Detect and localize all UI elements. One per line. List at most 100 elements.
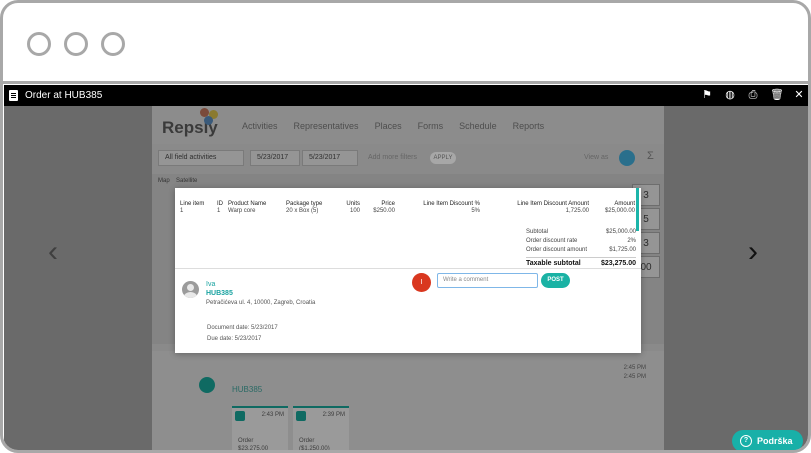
logo-mark-icon bbox=[200, 108, 220, 128]
representative-name[interactable]: Iva bbox=[206, 281, 215, 288]
order-icon bbox=[296, 411, 306, 421]
viewer-toolbar: Order at HUB385 ⚑ ◍ ⎙ 🗑 ✕ bbox=[4, 85, 808, 106]
table-cell: 5% bbox=[471, 208, 480, 214]
comment-input[interactable]: Write a comment bbox=[437, 273, 538, 288]
filter-bar: All field activities 5/23/2017 5/23/2017… bbox=[158, 150, 658, 170]
table-cell: 100 bbox=[349, 208, 360, 214]
order-totals: Subtotal $25,000.00 Order discount rate 2%… bbox=[526, 229, 636, 268]
col-amount: Amount bbox=[614, 201, 635, 207]
table-cell: Warp core bbox=[228, 208, 256, 214]
order-table: Line item ID Product Name Package type U… bbox=[175, 188, 641, 268]
totals-value: 2% bbox=[627, 238, 636, 244]
window-dot-1[interactable] bbox=[27, 32, 51, 56]
totals-value: $25,000.00 bbox=[605, 229, 636, 235]
activity-tile[interactable]: 2:43 PM Order $23,275.00 bbox=[232, 406, 288, 452]
grand-total-label: Taxable subtotal bbox=[526, 260, 581, 267]
view-as-label: View as bbox=[584, 154, 609, 161]
col-discount-amount: Line Item Discount Amount bbox=[517, 201, 589, 207]
col-units: Units bbox=[346, 201, 360, 207]
tile-label: Order bbox=[238, 438, 254, 444]
user-avatar-icon bbox=[182, 281, 199, 298]
list-view-icon[interactable] bbox=[619, 150, 635, 166]
comment-avatar: I bbox=[412, 273, 431, 292]
help-icon: ? bbox=[740, 435, 752, 447]
col-package-type: Package type bbox=[286, 201, 323, 207]
order-icon bbox=[235, 411, 245, 421]
grand-total-row: Taxable subtotal $23,275.00 bbox=[526, 257, 636, 268]
place-name[interactable]: HUB385 bbox=[206, 290, 233, 297]
table-scrollbar[interactable] bbox=[636, 188, 639, 231]
globe-icon[interactable]: ◍ bbox=[724, 89, 736, 101]
document-icon bbox=[9, 90, 18, 101]
totals-row: Order discount amount $1,725.00 bbox=[526, 247, 636, 256]
nav-forms[interactable]: Forms bbox=[418, 121, 444, 131]
post-comment-button[interactable]: POST bbox=[541, 273, 570, 288]
timeline-time: 2:45 PM bbox=[623, 365, 646, 371]
timeline-time: 2:45 PM bbox=[623, 374, 646, 380]
browser-frame: Order at HUB385 ⚑ ◍ ⎙ 🗑 ✕ Repsly Activit… bbox=[0, 0, 811, 453]
totals-label: Order discount amount bbox=[526, 247, 588, 253]
nav-representatives[interactable]: Representatives bbox=[294, 121, 359, 131]
app-header: Repsly Activities Representatives Places… bbox=[152, 106, 664, 144]
close-icon[interactable]: ✕ bbox=[793, 89, 805, 101]
nav-places[interactable]: Places bbox=[375, 121, 402, 131]
activity-timeline: HUB385 2:45 PM 2:45 PM 2:43 PM Order $23… bbox=[152, 351, 664, 452]
nav-reports[interactable]: Reports bbox=[513, 121, 545, 131]
more-filters-link[interactable]: Add more filters bbox=[368, 154, 417, 161]
order-modal: Line item ID Product Name Package type U… bbox=[175, 188, 641, 353]
modal-divider bbox=[175, 268, 641, 269]
sigma-icon[interactable]: Σ bbox=[647, 150, 654, 162]
apply-button[interactable]: APPLY bbox=[430, 152, 456, 164]
window-dot-2[interactable] bbox=[64, 32, 88, 56]
totals-label: Order discount rate bbox=[526, 238, 578, 244]
viewer-tools: ⚑ ◍ ⎙ 🗑 ✕ bbox=[701, 89, 805, 101]
tile-label: Order bbox=[299, 438, 315, 444]
activity-tile[interactable]: 2:39 PM Order ($1,250.00) bbox=[293, 406, 349, 452]
table-cell: 1 bbox=[180, 208, 184, 214]
main-nav: Activities Representatives Places Forms … bbox=[242, 121, 544, 131]
place-address: Petračićeva ul. 4, 10000, Zagreb, Croati… bbox=[206, 300, 316, 306]
timeline-place[interactable]: HUB385 bbox=[232, 385, 262, 394]
next-arrow-icon[interactable]: › bbox=[748, 237, 758, 267]
totals-label: Subtotal bbox=[526, 229, 549, 235]
totals-row: Subtotal $25,000.00 bbox=[526, 229, 636, 238]
map-tab[interactable]: Map bbox=[158, 178, 170, 184]
date-to-input[interactable]: 5/23/2017 bbox=[302, 150, 358, 166]
print-icon[interactable]: ⎙ bbox=[747, 89, 759, 101]
col-price: Price bbox=[381, 201, 395, 207]
timeline-times: 2:45 PM 2:45 PM bbox=[624, 364, 646, 382]
table-cell: 1 bbox=[217, 208, 221, 214]
document-date: Document date: 5/23/2017 bbox=[207, 325, 278, 331]
window-dot-3[interactable] bbox=[101, 32, 125, 56]
totals-value: $1,725.00 bbox=[609, 247, 636, 253]
timeline-dot bbox=[199, 377, 215, 393]
tile-value: ($1,250.00) bbox=[299, 446, 330, 452]
nav-schedule[interactable]: Schedule bbox=[459, 121, 497, 131]
grand-total-value: $23,275.00 bbox=[600, 260, 636, 267]
help-label: Podrška bbox=[757, 436, 793, 446]
col-product-name: Product Name bbox=[228, 201, 267, 207]
due-date: Due date: 5/23/2017 bbox=[207, 336, 262, 342]
tile-time: 2:39 PM bbox=[322, 412, 345, 418]
table-cell: 1,725.00 bbox=[565, 208, 589, 214]
window-controls bbox=[27, 32, 125, 56]
col-line-item: Line item bbox=[180, 201, 205, 207]
col-id: ID bbox=[217, 201, 223, 207]
satellite-tab[interactable]: Satellite bbox=[176, 178, 197, 184]
viewer-title: Order at HUB385 bbox=[25, 90, 103, 101]
activity-filter-select[interactable]: All field activities bbox=[158, 150, 244, 166]
col-discount-percent: Line Item Discount % bbox=[423, 201, 480, 207]
table-cell: 20 x Box (5) bbox=[286, 208, 319, 214]
tile-time: 2:43 PM bbox=[261, 412, 284, 418]
trash-icon[interactable]: 🗑 bbox=[770, 89, 784, 101]
table-cell: $25,000.00 bbox=[604, 208, 635, 214]
tile-value: $23,275.00 bbox=[238, 446, 269, 452]
help-button[interactable]: ? Podrška bbox=[732, 430, 803, 450]
frame-divider bbox=[3, 81, 808, 84]
date-from-input[interactable]: 5/23/2017 bbox=[250, 150, 300, 166]
previous-arrow-icon[interactable]: ‹ bbox=[48, 237, 58, 267]
nav-activities[interactable]: Activities bbox=[242, 121, 278, 131]
table-cell: $250.00 bbox=[373, 208, 395, 214]
totals-row: Order discount rate 2% bbox=[526, 238, 636, 247]
flag-icon[interactable]: ⚑ bbox=[701, 89, 713, 101]
